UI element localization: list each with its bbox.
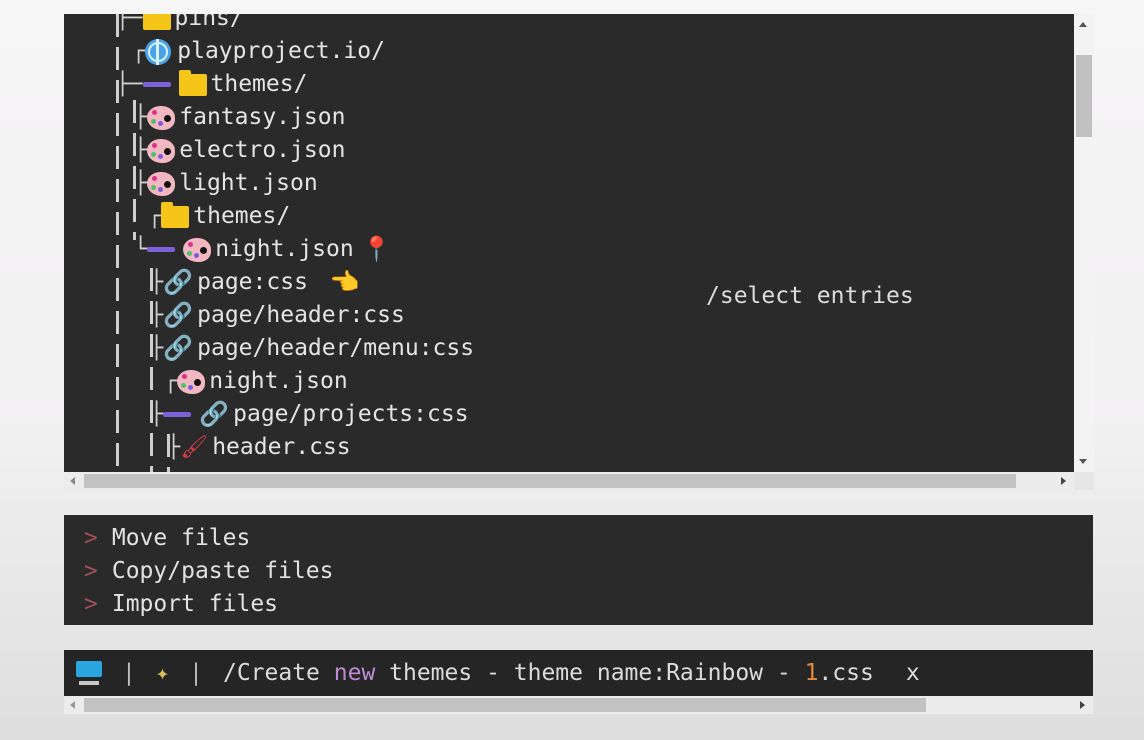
scroll-right-arrow-icon[interactable] xyxy=(1080,701,1085,709)
branch-connector: ├─ xyxy=(116,14,143,31)
tree-horizontal-scrollbar[interactable] xyxy=(64,472,1074,490)
pin-icon: 📍 xyxy=(361,235,392,263)
menu-item-label: Move files xyxy=(111,525,251,551)
magic-wand-icon[interactable]: ✦ xyxy=(156,661,169,686)
palette-icon xyxy=(147,171,176,196)
scrollbar-thumb[interactable] xyxy=(84,474,1016,488)
branch-connector: ┌ xyxy=(164,369,178,394)
separator: | xyxy=(122,660,136,686)
tree-row-label: fantasy.json xyxy=(179,104,346,130)
branch-connector: └ xyxy=(134,237,148,262)
tree-row-label: header.css xyxy=(212,434,351,460)
tree-row[interactable]: ┌ playproject.io/ xyxy=(132,35,385,68)
scroll-right-arrow-icon[interactable] xyxy=(1061,477,1066,485)
scroll-left-arrow-icon[interactable] xyxy=(70,477,75,485)
tree-row[interactable]: └ night.json 📍 xyxy=(134,233,392,266)
link-icon: 🔗 xyxy=(163,301,194,329)
tree-row-label: page/header:css xyxy=(197,302,405,328)
separator: | xyxy=(189,660,203,686)
branch-connector: ├ xyxy=(150,270,164,295)
tree-row-label: themes/ xyxy=(193,203,291,229)
scroll-up-arrow-icon[interactable] xyxy=(1079,22,1087,27)
palette-icon xyxy=(147,105,176,130)
expanded-marker[interactable] xyxy=(147,247,176,252)
command-horizontal-scrollbar[interactable] xyxy=(64,696,1093,714)
scrollbar-thumb[interactable] xyxy=(84,698,926,712)
command-bar[interactable]: | ✦ | /Create new themes - theme name:Ra… xyxy=(64,650,1093,696)
select-entries-hint: /select entries xyxy=(706,283,914,309)
tree-row[interactable]: ├ 🖌 header.css xyxy=(167,431,351,464)
tree-row-label: pins/ xyxy=(174,14,244,31)
tree-row[interactable]: ├ 🔗 page/header:css xyxy=(150,299,405,332)
tree-row[interactable]: ├─ pins/ xyxy=(116,14,244,35)
chevron-right-icon: > xyxy=(84,525,98,551)
branch-connector: ├ xyxy=(134,171,148,196)
tree-row[interactable]: ┌ night.json xyxy=(164,365,348,398)
tree-row[interactable]: ├ fantasy.json xyxy=(134,101,345,134)
tree-row-label: playproject.io/ xyxy=(177,38,385,64)
tree-row-label: page:css xyxy=(197,269,308,295)
globe-icon xyxy=(145,38,172,65)
expanded-marker[interactable] xyxy=(163,412,192,417)
command-keyword: new xyxy=(333,660,376,686)
command-input[interactable]: /Create new themes - theme name:Rainbow … xyxy=(223,660,874,686)
command-suffix: .css xyxy=(818,660,874,686)
monitor-icon[interactable] xyxy=(76,661,102,685)
palette-icon xyxy=(183,237,212,262)
scroll-left-arrow-icon[interactable] xyxy=(70,701,75,709)
tree-row[interactable]: ┌ themes/ xyxy=(148,200,290,233)
branch-connector: ┌ xyxy=(132,39,146,64)
tree-row[interactable]: ├─ themes/ xyxy=(116,68,307,101)
menu-item-label: Copy/paste files xyxy=(111,558,334,584)
tree-row-label: electro.json xyxy=(179,137,346,163)
actions-menu: > Move files > Copy/paste files > Import fi… xyxy=(64,515,1093,625)
tree-row-label: night.json xyxy=(209,368,348,394)
tree-row[interactable]: ├ 🔗 page/header/menu:css xyxy=(150,332,474,365)
tree-row-label: night.json xyxy=(215,236,354,262)
chevron-right-icon: > xyxy=(84,558,98,584)
file-tree-panel[interactable]: ├─ pins/ ┌ playproject.io/ ├─ themes/ ├ … xyxy=(64,14,1074,472)
paintbrush-icon: 🖌 xyxy=(180,435,209,460)
tree-row[interactable]: ├ light.json xyxy=(134,167,318,200)
command-middle: themes - theme name:Rainbow - xyxy=(375,660,805,686)
palette-icon xyxy=(177,369,206,394)
tree-row-label: light.json xyxy=(179,170,318,196)
tree-row-label: page/projects:css xyxy=(233,401,469,427)
folder-icon xyxy=(161,201,190,228)
command-number: 1 xyxy=(804,660,819,686)
menu-item-move-files[interactable]: > Move files xyxy=(84,522,250,555)
chevron-right-icon: > xyxy=(84,591,98,617)
link-icon: 🔗 xyxy=(163,268,194,296)
link-icon: 🔗 xyxy=(163,334,194,362)
branch-connector: ├ xyxy=(150,336,164,361)
tree-row-label: themes/ xyxy=(210,71,308,97)
menu-item-import-files[interactable]: > Import files xyxy=(84,588,278,621)
branch-connector: ├ xyxy=(150,402,164,427)
close-button[interactable]: x xyxy=(906,660,920,686)
branch-connector: ┌ xyxy=(148,204,162,229)
link-icon: 🔗 xyxy=(199,400,230,428)
expanded-marker[interactable] xyxy=(142,82,171,87)
folder-icon xyxy=(178,69,207,96)
tree-row[interactable]: ├ 🔗 page:css 👈 xyxy=(150,266,360,299)
scroll-down-arrow-icon[interactable] xyxy=(1079,459,1087,464)
tree-row[interactable]: ├ 🔗 page/projects:css xyxy=(150,398,469,431)
tree-vertical-scrollbar[interactable] xyxy=(1074,14,1094,472)
menu-item-copy-paste-files[interactable]: > Copy/paste files xyxy=(84,555,333,588)
branch-connector: ├ xyxy=(150,303,164,328)
branch-connector: ├─ xyxy=(116,72,143,97)
scrollbar-thumb[interactable] xyxy=(1076,55,1092,137)
pointing-hand-icon: 👈 xyxy=(329,268,360,296)
command-prefix: /Create xyxy=(222,660,334,686)
scrollbar-corner xyxy=(1074,472,1094,490)
menu-item-label: Import files xyxy=(111,591,279,617)
folder-icon xyxy=(142,14,171,30)
branch-connector: ├ xyxy=(134,105,148,130)
branch-connector: ├ xyxy=(134,138,148,163)
tree-row[interactable]: ├ electro.json xyxy=(134,134,345,167)
palette-icon xyxy=(147,138,176,163)
tree-row-label: page/header/menu:css xyxy=(197,335,475,361)
branch-connector: ├ xyxy=(167,435,181,460)
